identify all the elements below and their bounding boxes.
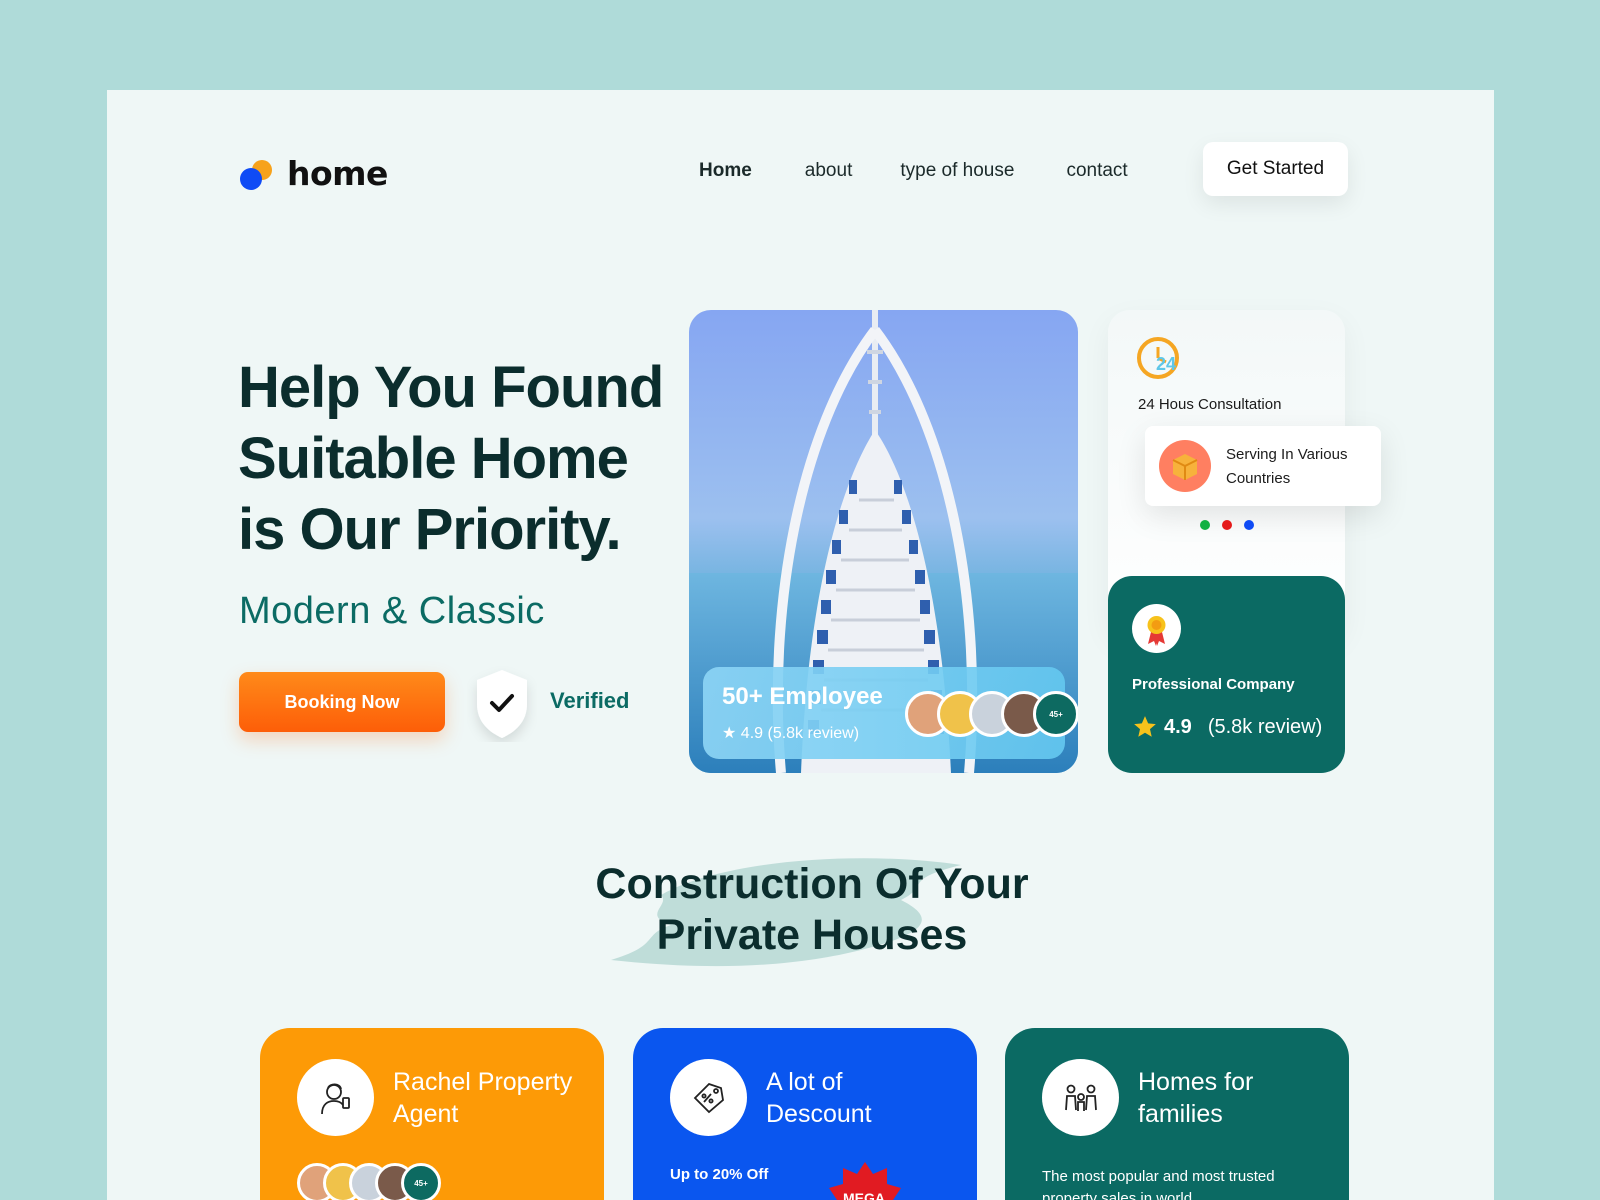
rating-reviews: (5.8k review) <box>1207 715 1323 738</box>
brand-logo[interactable]: home <box>239 154 388 193</box>
carousel-dot[interactable] <box>1200 520 1210 530</box>
feature-title: Rachel Property Agent <box>393 1068 573 1128</box>
section-title: Construction Of Your Private Houses <box>487 859 1137 961</box>
star-icon: ★ <box>722 725 737 742</box>
consultation-title: 24 Hous Consultation <box>1138 396 1282 413</box>
carousel-dot[interactable] <box>1244 520 1254 530</box>
hero-title-line: Suitable Home <box>238 426 629 491</box>
nav-item-home[interactable]: Home <box>699 160 752 182</box>
box-icon <box>1159 440 1211 492</box>
agent-avatars: 45+ <box>297 1163 441 1200</box>
booking-now-button[interactable]: Booking Now <box>239 672 445 732</box>
discount-tag-icon <box>670 1059 747 1136</box>
logo-mark-icon <box>239 157 273 191</box>
shield-check-icon <box>467 666 537 742</box>
mega-sale-sticker: MEGA <box>825 1160 905 1200</box>
feature-card-agent[interactable]: Rachel Property Agent 45+ <box>260 1028 604 1200</box>
feature-card-families[interactable]: Homes for families The most popular and … <box>1005 1028 1349 1200</box>
section-title-line: Private Houses <box>656 911 968 959</box>
main-nav: Home about type of house contact <box>699 160 1128 182</box>
discount-note: Up to 20% Off <box>670 1166 769 1183</box>
carousel-dots <box>1200 520 1254 530</box>
hero-title-line: is Our Priority. <box>238 497 622 562</box>
brand-name: home <box>287 154 388 193</box>
nav-item-type-of-house[interactable]: type of house <box>900 160 1014 182</box>
more-avatars-badge[interactable]: 45+ <box>401 1163 441 1200</box>
serving-countries-card: Serving In Various Countries <box>1145 426 1381 506</box>
hero-subtitle: Modern & Classic <box>239 590 545 632</box>
carousel-dot[interactable] <box>1222 520 1232 530</box>
agent-icon <box>297 1059 374 1136</box>
serving-text: Serving In Various Countries <box>1226 446 1348 487</box>
star-icon <box>1134 716 1156 737</box>
employee-rating: ★ 4.9 (5.8k review) <box>722 725 860 742</box>
verified-label: Verified <box>550 688 630 713</box>
rating-score: 4.9 <box>1164 715 1192 738</box>
employee-card: 50+ Employee ★ 4.9 (5.8k review) 45+ <box>703 667 1078 759</box>
section-title-line: Construction Of Your <box>595 860 1029 908</box>
feature-card-discount[interactable]: A lot of Descount Up to 20% Off MEGA <box>633 1028 977 1200</box>
professional-company-title: Professional Company <box>1132 676 1295 693</box>
feature-title: A lot of Descount <box>766 1068 872 1128</box>
hero-title-line: Help You Found <box>238 355 664 420</box>
award-icon <box>1132 604 1181 653</box>
employee-avatars: 45+ <box>905 691 1078 737</box>
more-avatars-badge[interactable]: 45+ <box>1033 691 1078 737</box>
clock-badge: 24 <box>1156 354 1177 374</box>
clock-24-icon: 24 <box>1136 336 1188 384</box>
hero-title: Help You Found Suitable Home is Our Prio… <box>238 352 664 565</box>
nav-item-contact[interactable]: contact <box>1066 160 1127 182</box>
page-frame: home Home about type of house contact Ge… <box>107 90 1494 1200</box>
family-icon <box>1042 1059 1119 1136</box>
employee-count: 50+ Employee <box>722 683 883 710</box>
get-started-button[interactable]: Get Started <box>1203 142 1348 196</box>
nav-item-about[interactable]: about <box>805 160 853 182</box>
feature-title: Homes for families <box>1138 1068 1254 1128</box>
professional-rating: 4.9 (5.8k review) <box>1132 714 1322 740</box>
professional-company-card: Professional Company 4.9 (5.8k review) <box>1108 576 1345 773</box>
hero-building-image: 50+ Employee ★ 4.9 (5.8k review) 45+ <box>689 310 1078 773</box>
feature-description: The most popular and most trusted proper… <box>1042 1168 1275 1200</box>
